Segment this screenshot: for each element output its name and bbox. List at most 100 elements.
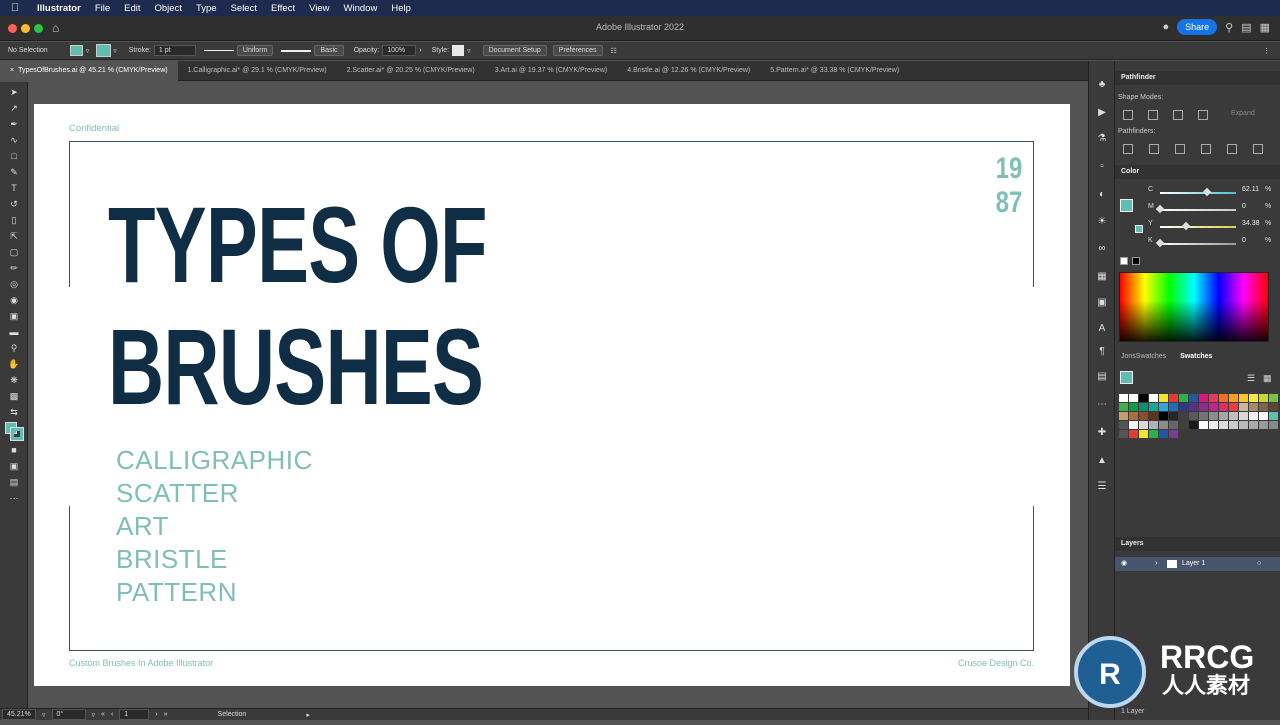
tab-pattern[interactable]: 5.Pattern.ai* @ 33.38 % (CMYK/Preview)	[760, 61, 909, 81]
swatch[interactable]	[1239, 403, 1248, 411]
eyedropper-tool-icon[interactable]: ✏	[7, 262, 21, 274]
divide-button[interactable]	[1123, 144, 1133, 154]
swatch[interactable]	[1249, 394, 1258, 402]
zoom-tool-icon[interactable]: ⚲	[7, 342, 21, 354]
chevron-right-icon[interactable]: ›	[419, 47, 421, 54]
image-trace-icon[interactable]: ▲	[1095, 455, 1109, 469]
apple-icon[interactable]: 	[0, 2, 30, 14]
play-icon[interactable]: ▶	[1095, 107, 1109, 121]
swatch[interactable]	[1169, 412, 1178, 420]
white-swatch-icon[interactable]	[1120, 257, 1128, 265]
libraries-icon[interactable]: ▣	[1095, 297, 1109, 311]
swatch[interactable]	[1149, 412, 1158, 420]
swatch[interactable]	[1239, 394, 1248, 402]
color-panel-title[interactable]: Color	[1115, 165, 1280, 179]
workspace-icon[interactable]: ▤	[1241, 21, 1251, 34]
swatch[interactable]	[1169, 430, 1178, 438]
links-icon[interactable]: ∞	[1095, 243, 1109, 257]
channel-slider-k[interactable]	[1155, 238, 1236, 248]
menu-select[interactable]: Select	[224, 3, 264, 14]
document-setup-button[interactable]: Document Setup	[482, 45, 547, 56]
artboard[interactable]: Confidential TYPES OF BRUSHES 19 87 CALL…	[34, 104, 1070, 686]
style-swatch[interactable]	[452, 45, 465, 56]
swatch[interactable]	[1159, 421, 1168, 429]
swatch[interactable]	[1249, 412, 1258, 420]
tab-jonsswatches[interactable]: JonsSwatches	[1121, 353, 1166, 360]
chevron-down-icon[interactable]: ▿	[42, 711, 46, 719]
crop-button[interactable]	[1201, 144, 1211, 154]
channel-value-c[interactable]: 62.11	[1242, 186, 1259, 193]
swatch[interactable]	[1139, 403, 1148, 411]
swatch[interactable]	[1229, 421, 1238, 429]
swatch[interactable]	[1209, 394, 1218, 402]
swatch[interactable]	[1219, 394, 1228, 402]
gradient-tool-icon[interactable]: ▬	[7, 326, 21, 338]
chevron-right-icon[interactable]: ›	[1155, 557, 1157, 571]
zoom-field[interactable]: 45.21%	[2, 709, 36, 720]
curvature-tool-icon[interactable]: ∿	[7, 134, 21, 146]
swatch[interactable]	[1119, 430, 1128, 438]
rectangle-tool-icon[interactable]: □	[7, 150, 21, 162]
blend-tool-icon[interactable]: ◎	[7, 278, 21, 290]
paragraph-icon[interactable]: ¶	[1095, 346, 1109, 360]
menu-edit[interactable]: Edit	[117, 3, 147, 14]
puppet-icon[interactable]: ⚗	[1095, 133, 1109, 147]
swatch[interactable]	[1139, 412, 1148, 420]
channel-value-y[interactable]: 34.38	[1242, 220, 1260, 227]
swatch[interactable]	[1129, 412, 1138, 420]
fill-swatch[interactable]	[69, 45, 83, 56]
cloud-icon[interactable]: ●	[1162, 21, 1169, 33]
character-icon[interactable]: A	[1095, 323, 1109, 337]
tab-scatter[interactable]: 2.Scatter.ai* @ 20.25 % (CMYK/Preview)	[337, 61, 485, 81]
layer-row[interactable]: ◉ › Layer 1 ○	[1115, 557, 1280, 571]
swatch[interactable]	[1169, 403, 1178, 411]
swatch[interactable]	[1249, 421, 1258, 429]
pathfinder-panel-title[interactable]: Pathfinder	[1115, 71, 1280, 85]
swatch[interactable]	[1189, 394, 1198, 402]
swatch[interactable]	[1239, 412, 1248, 420]
swatch[interactable]	[1119, 394, 1128, 402]
swatch[interactable]	[1129, 394, 1138, 402]
swatch[interactable]	[1209, 403, 1218, 411]
swatch[interactable]	[1169, 394, 1178, 402]
swatch[interactable]	[1129, 430, 1138, 438]
swatch[interactable]	[1269, 394, 1278, 402]
swatch[interactable]	[1119, 412, 1128, 420]
swatch[interactable]	[1119, 403, 1128, 411]
transparency-icon[interactable]: ◐	[1095, 189, 1109, 203]
swatch-fill-indicator[interactable]	[1120, 371, 1133, 384]
symbol-sprayer-tool-icon[interactable]: ❋	[7, 374, 21, 386]
swatch[interactable]	[1219, 412, 1228, 420]
stroke-swatch[interactable]	[96, 44, 112, 57]
arrange-documents-icon[interactable]: ☷	[611, 47, 617, 55]
layer-name[interactable]: Layer 1	[1182, 557, 1205, 571]
exclude-button[interactable]	[1198, 110, 1208, 120]
rotate-tool-icon[interactable]: ↺	[7, 198, 21, 210]
canvas-area[interactable]: Confidential TYPES OF BRUSHES 19 87 CALL…	[29, 82, 1087, 708]
channel-slider-m[interactable]	[1155, 204, 1236, 214]
shape-builder-tool-icon[interactable]: ◉	[7, 294, 21, 306]
panel-options-icon[interactable]: ⋮	[1263, 47, 1270, 55]
menu-file[interactable]: File	[88, 3, 117, 14]
first-artboard-icon[interactable]: «	[101, 711, 105, 718]
swatch[interactable]	[1259, 394, 1268, 402]
black-swatch-icon[interactable]	[1132, 257, 1140, 265]
swatch[interactable]	[1179, 412, 1188, 420]
swatch[interactable]	[1199, 412, 1208, 420]
swatch[interactable]	[1269, 412, 1278, 420]
screen-mode-icon[interactable]: ▤	[7, 476, 21, 488]
color-mode-icon[interactable]: ■	[7, 444, 21, 456]
graph-tool-icon[interactable]: ▩	[7, 390, 21, 402]
swatch[interactable]	[1259, 421, 1268, 429]
prev-artboard-icon[interactable]: ‹	[111, 711, 113, 718]
swatch[interactable]	[1139, 430, 1148, 438]
color-spectrum[interactable]	[1119, 272, 1269, 342]
stroke-weight-field[interactable]: 1 pt	[153, 45, 196, 56]
menu-view[interactable]: View	[302, 3, 336, 14]
share-button[interactable]: Share	[1177, 19, 1218, 35]
club-icon[interactable]: ♣	[1095, 79, 1109, 93]
current-tool-status[interactable]: Selection	[218, 711, 247, 718]
swatch[interactable]	[1129, 421, 1138, 429]
opacity-field[interactable]: 100%	[382, 45, 417, 56]
selection-tool-icon[interactable]: ➤	[7, 86, 21, 98]
